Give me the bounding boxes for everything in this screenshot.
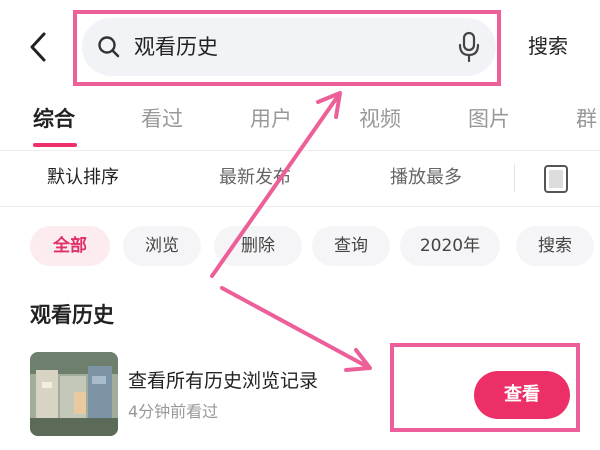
back-arrow-icon xyxy=(30,32,46,62)
sort-newest[interactable]: 最新发布 xyxy=(219,162,291,194)
arrow-to-view-head xyxy=(344,348,372,372)
history-thumbnail[interactable] xyxy=(30,352,118,436)
tab-users[interactable]: 用户 xyxy=(250,102,292,136)
divider xyxy=(0,150,600,151)
history-item-time: 4分钟前看过 xyxy=(128,402,219,421)
tab-watched[interactable]: 看过 xyxy=(141,102,183,136)
back-button[interactable] xyxy=(26,30,54,64)
chip-all[interactable]: 全部 xyxy=(30,226,110,266)
tab-images[interactable]: 图片 xyxy=(468,102,510,136)
tab-all[interactable]: 综合 xyxy=(33,102,75,136)
chip-delete[interactable]: 删除 xyxy=(214,226,302,266)
view-button-highlight-box xyxy=(390,343,580,432)
active-tab-indicator xyxy=(33,143,77,147)
divider xyxy=(0,206,600,207)
thumbnail-image xyxy=(30,352,118,436)
arrow-to-view-line xyxy=(220,286,368,368)
search-button[interactable]: 搜索 xyxy=(528,31,568,61)
history-item-title[interactable]: 查看所有历史浏览记录 xyxy=(128,366,318,396)
tab-videos[interactable]: 视频 xyxy=(359,102,401,136)
sort-default[interactable]: 默认排序 xyxy=(47,162,119,194)
layout-toggle-icon[interactable] xyxy=(543,164,569,194)
category-tabs: 综合 看过 用户 视频 图片 群 xyxy=(0,102,600,142)
divider xyxy=(514,164,515,192)
tab-groups[interactable]: 群 xyxy=(576,102,597,136)
chip-query[interactable]: 查询 xyxy=(312,226,390,266)
sort-most-played[interactable]: 播放最多 xyxy=(390,162,462,194)
chip-2020[interactable]: 2020年 xyxy=(400,226,500,266)
chip-browse[interactable]: 浏览 xyxy=(123,226,201,266)
search-highlight-box xyxy=(73,10,501,86)
section-title: 观看历史 xyxy=(30,303,114,327)
chip-search[interactable]: 搜索 xyxy=(516,226,594,266)
